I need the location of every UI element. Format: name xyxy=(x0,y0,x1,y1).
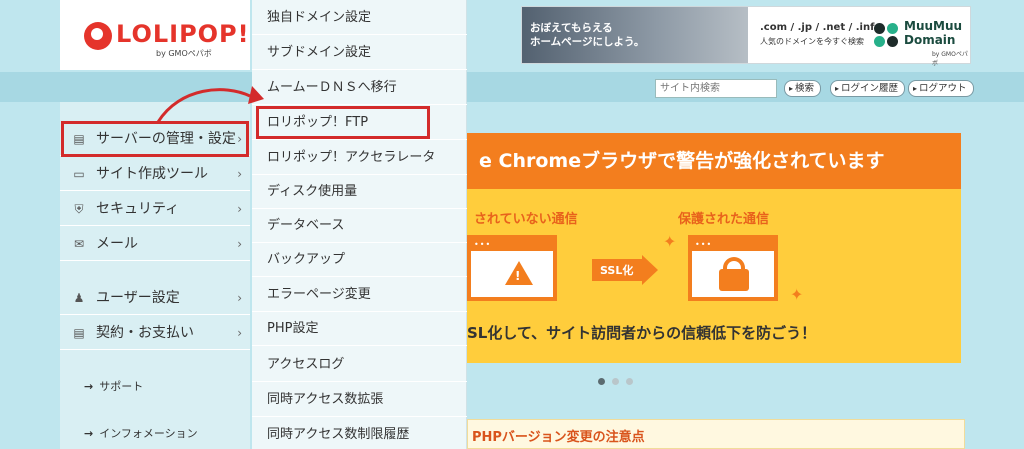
user-icon: ♟ xyxy=(73,291,85,305)
sidebar-item-label: メール xyxy=(96,236,138,252)
sidebar-link-support[interactable]: サポート xyxy=(84,378,143,394)
ssl-left-label: されていない通信 xyxy=(474,212,578,227)
sidebar-item-mail[interactable]: ✉ メール › xyxy=(60,227,250,261)
submenu-item[interactable]: サブドメイン設定 xyxy=(252,35,467,70)
logo-text: LOLIPOP! xyxy=(116,20,250,48)
sidebar-item-label: 契約・お支払い xyxy=(96,325,194,341)
sidebar-item-label: セキュリティ xyxy=(96,201,180,217)
submenu-item[interactable]: PHP設定 xyxy=(252,311,467,346)
chevron-right-icon: › xyxy=(237,326,242,340)
highlight-box-ftp xyxy=(256,106,430,139)
submenu-item[interactable]: ディスク使用量 xyxy=(252,174,467,209)
banner-copy: おぼえてもらえる ホームページにしよう。 xyxy=(530,22,645,48)
sidebar-item-security[interactable]: ⛨ セキュリティ › xyxy=(60,192,250,226)
submenu-item[interactable]: 同時アクセス数拡張 xyxy=(252,382,467,417)
submenu-item[interactable]: アクセスログ xyxy=(252,347,467,382)
submenu-item[interactable]: ムームーＤＮＳへ移行 xyxy=(252,70,467,105)
sidebar-link-information[interactable]: インフォメーション xyxy=(84,425,197,441)
unsecure-window-icon: ••• ! xyxy=(467,235,557,301)
sparkle-icon: ✦ xyxy=(663,232,677,251)
sidebar-item-user-settings[interactable]: ♟ ユーザー設定 › xyxy=(60,281,250,315)
muumuu-brand-sub: by GMOペパボ xyxy=(932,51,968,67)
lolipop-logo-icon xyxy=(84,22,112,50)
submenu-item[interactable]: 独自ドメイン設定 xyxy=(252,0,467,35)
carousel-dot[interactable] xyxy=(612,378,619,385)
banner-domains: .com / .jp / .net / .info 人気のドメインを今すぐ検索 xyxy=(760,22,882,46)
submenu-item[interactable]: バックアップ xyxy=(252,242,467,277)
shield-icon: ⛨ xyxy=(74,202,84,216)
ssl-right-label: 保護された通信 xyxy=(678,212,770,227)
submenu-item[interactable]: データベース xyxy=(252,208,467,243)
laptop-icon: ▭ xyxy=(73,167,85,181)
logout-button[interactable]: ログアウト xyxy=(908,80,974,97)
search-button[interactable]: 検索 xyxy=(784,80,822,97)
php-notice[interactable]: PHPバージョン変更の注意点 xyxy=(467,419,965,449)
card-icon: ▤ xyxy=(73,326,85,340)
logo-sub: by GMOペパボ xyxy=(156,49,212,58)
sidebar-item-label: サイト作成ツール xyxy=(96,166,208,182)
sidebar-item-site-tools[interactable]: ▭ サイト作成ツール › xyxy=(60,157,250,191)
mail-icon: ✉ xyxy=(73,237,85,251)
submenu-item[interactable]: ロリポップ！アクセラレータ xyxy=(252,140,467,175)
ssl-banner-footer: SL化して、サイト訪問者からの信頼低下を防ごう！ xyxy=(467,324,817,342)
carousel-dot-active[interactable] xyxy=(598,378,605,385)
annotation-arrow-icon xyxy=(156,86,264,123)
site-search-input[interactable] xyxy=(655,79,777,98)
muumuu-logo-icon xyxy=(874,23,900,47)
carousel-dot[interactable] xyxy=(626,378,633,385)
submenu-item[interactable]: エラーページ変更 xyxy=(252,277,467,312)
chevron-right-icon: › xyxy=(237,237,242,251)
ssl-banner-title: e Chromeブラウザで警告が強化されています xyxy=(467,133,961,189)
sidebar-item-label: ユーザー設定 xyxy=(96,290,180,306)
ssl-label: SSL化 xyxy=(600,264,634,277)
submenu-item[interactable]: 同時アクセス数制限履歴 xyxy=(252,417,467,449)
login-history-button[interactable]: ログイン履歴 xyxy=(830,80,906,97)
secure-window-icon: ••• xyxy=(688,235,778,301)
sparkle-icon: ✦ xyxy=(790,285,804,304)
muumuu-banner[interactable]: おぼえてもらえる ホームページにしよう。 .com / .jp / .net /… xyxy=(521,6,971,67)
chevron-right-icon: › xyxy=(237,167,242,181)
chevron-right-icon: › xyxy=(237,202,242,216)
sidebar-item-contract[interactable]: ▤ 契約・お支払い › xyxy=(60,316,250,350)
chevron-right-icon: › xyxy=(237,291,242,305)
muumuu-brand: MuuMuu Domain xyxy=(904,19,963,47)
